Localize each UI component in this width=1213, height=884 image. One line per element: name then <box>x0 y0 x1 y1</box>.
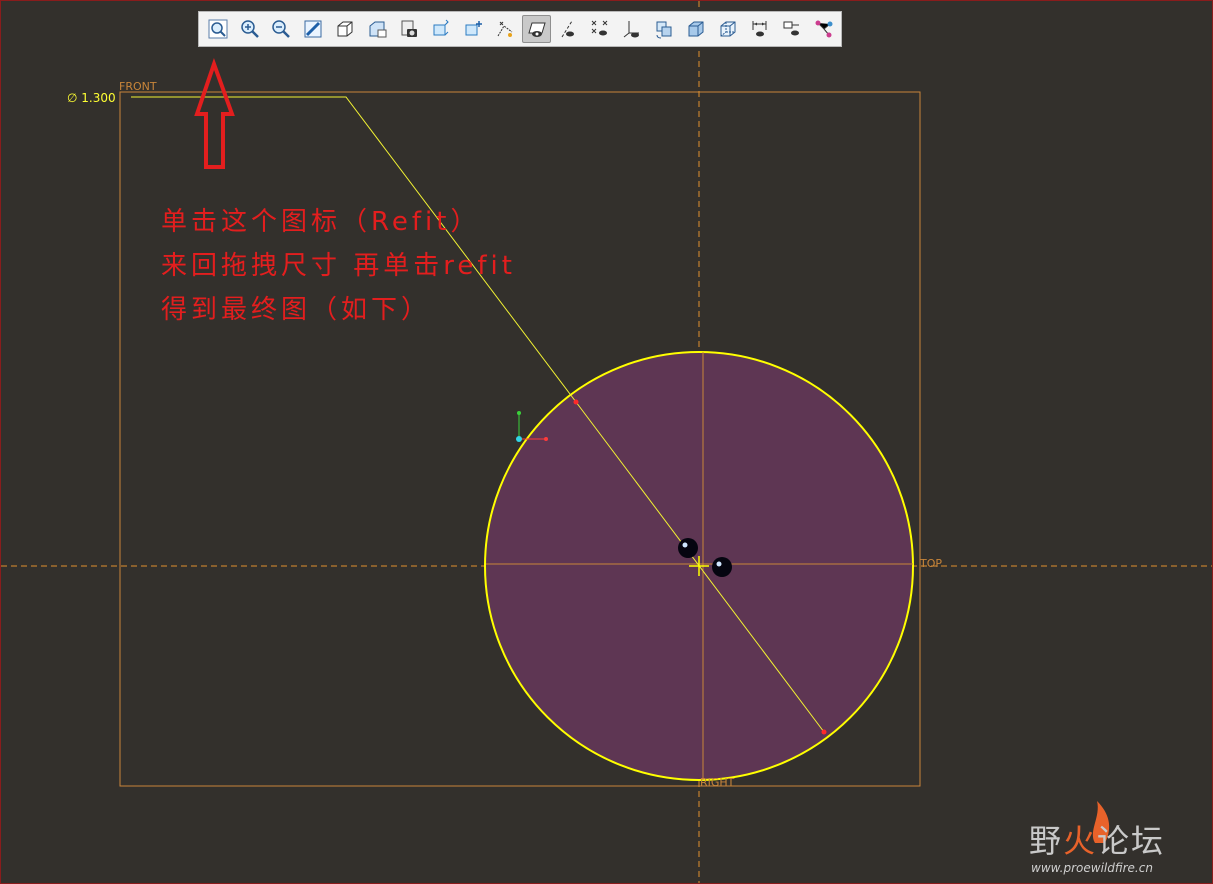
datum-display-button[interactable] <box>490 15 519 43</box>
vertex-display-icon <box>815 20 833 38</box>
view-manager-button[interactable] <box>394 15 423 43</box>
dimension-arrow-end <box>821 729 827 735</box>
zoom-out-button[interactable] <box>267 15 296 43</box>
vertex-display-button[interactable] <box>809 15 838 43</box>
csys-y-tip <box>517 411 521 415</box>
spin-center-icon <box>465 21 482 36</box>
zoom-in-button[interactable] <box>235 15 264 43</box>
refresh-view-icon <box>656 21 672 39</box>
point-display-icon <box>592 20 608 36</box>
constraint-marker[interactable] <box>712 557 732 577</box>
constraint-display-button[interactable] <box>777 15 806 43</box>
csys-display-icon <box>623 21 640 38</box>
datum-display-icon <box>497 21 512 37</box>
view-toolbar <box>198 11 842 47</box>
shading-icon <box>688 21 704 37</box>
watermark-url: www.proewildfire.cn <box>1031 861 1153 875</box>
constraint-display-icon <box>783 21 799 36</box>
diameter-dimension-value[interactable]: ∅ 1.300 <box>67 91 116 105</box>
view-manager-icon <box>401 20 417 37</box>
zoom-out-icon <box>272 20 291 38</box>
dimension-arrow-start <box>573 399 579 405</box>
front-plane-label: FRONT <box>119 80 157 93</box>
shading-button[interactable] <box>681 15 710 43</box>
repaint-button[interactable] <box>299 15 328 43</box>
perspective-view-icon <box>433 19 449 36</box>
display-style-icon <box>337 21 353 37</box>
refresh-view-button[interactable] <box>650 15 679 43</box>
sketch-orientation-icon <box>527 22 546 37</box>
watermark-brand-2: 火 <box>1063 822 1098 860</box>
refit-zoom-icon <box>208 19 228 39</box>
sketch-canvas[interactable]: ∅ 1.300 FRONT TOP RIGHT 单击这个图标（Refit） 来回… <box>0 0 1213 884</box>
dimension-display-icon <box>752 21 767 37</box>
dimension-display-button[interactable] <box>745 15 774 43</box>
hidden-line-button[interactable] <box>713 15 742 43</box>
watermark-brand-1: 野 <box>1029 822 1064 860</box>
top-plane-label: TOP <box>919 557 942 570</box>
pointer-arrow-icon <box>194 57 235 169</box>
annotation-line-2: 来回拖拽尺寸 再单击refit <box>161 251 516 281</box>
csys-x-tip <box>544 437 548 441</box>
perspective-view-button[interactable] <box>426 15 455 43</box>
sketch-orientation-button[interactable] <box>521 15 552 43</box>
csys-display-button[interactable] <box>618 15 647 43</box>
saved-orientations-button[interactable] <box>362 15 391 43</box>
refit-button[interactable] <box>203 15 232 43</box>
constraint-marker[interactable] <box>678 538 698 558</box>
zoom-in-icon <box>240 20 259 38</box>
watermark-brand: 野火论坛 <box>1029 816 1165 862</box>
constraint-marker-highlight <box>682 542 688 548</box>
watermark-brand-3: 论坛 <box>1097 822 1166 860</box>
csys-origin <box>516 436 522 442</box>
hidden-line-icon <box>720 21 736 37</box>
annotation-line-1: 单击这个图标（Refit） <box>161 207 481 237</box>
display-style-button[interactable] <box>331 15 360 43</box>
right-plane-label: RIGHT <box>700 776 735 789</box>
saved-orientations-icon <box>369 21 387 38</box>
constraint-marker-highlight <box>716 561 722 567</box>
spin-center-button[interactable] <box>458 15 487 43</box>
point-display-button[interactable] <box>586 15 615 43</box>
annotation-line-3: 得到最终图（如下） <box>161 295 432 325</box>
sketch-drawing[interactable]: ∅ 1.300 FRONT TOP RIGHT <box>1 1 1213 884</box>
repaint-icon <box>304 20 322 38</box>
axis-display-icon <box>562 20 575 38</box>
axis-display-button[interactable] <box>554 15 583 43</box>
